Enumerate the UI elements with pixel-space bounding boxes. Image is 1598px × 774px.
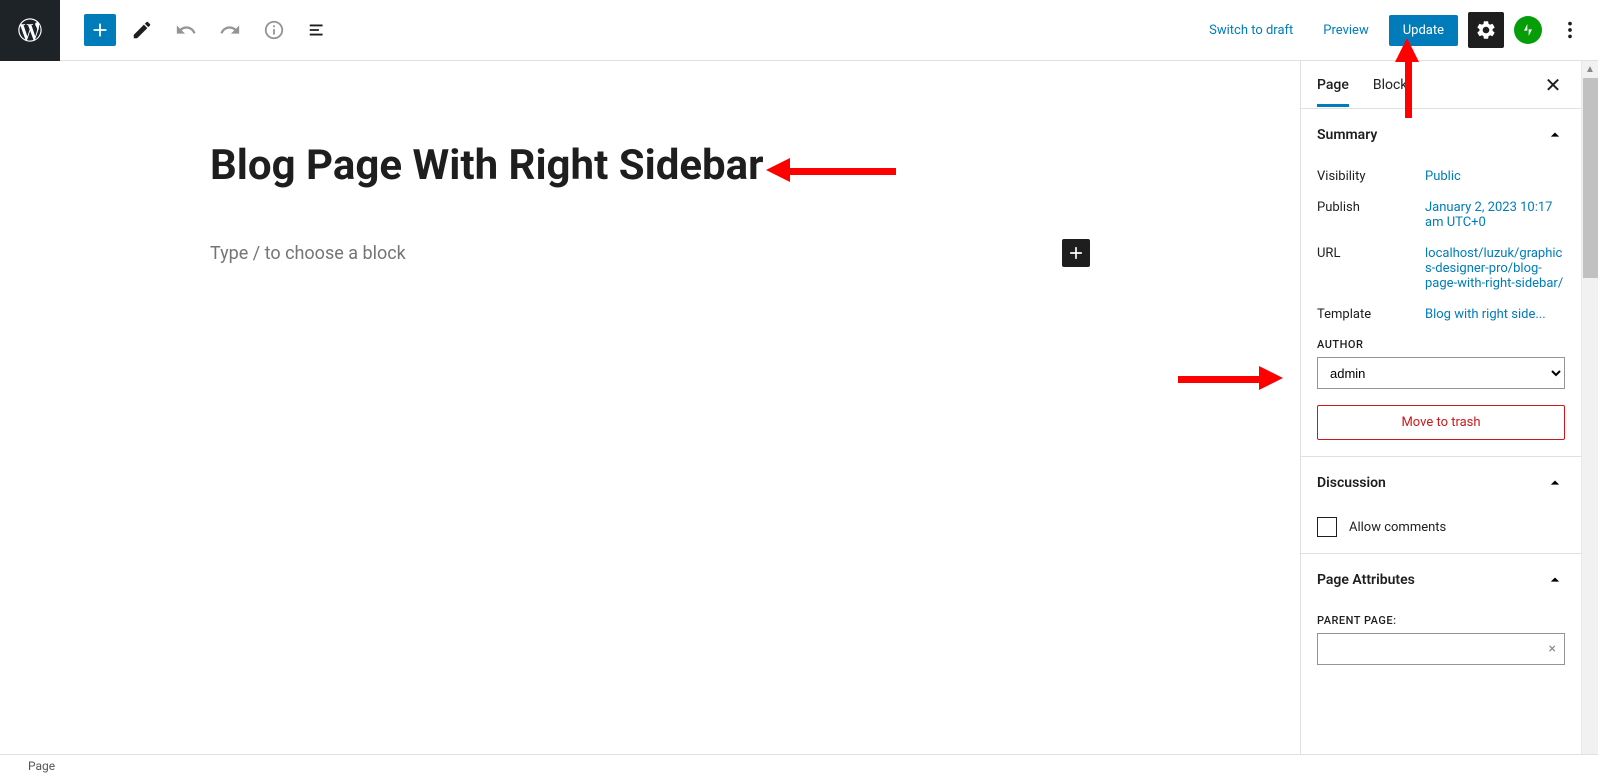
allow-comments-checkbox[interactable] xyxy=(1317,517,1337,537)
scroll-thumb[interactable] xyxy=(1583,78,1598,278)
vertical-scrollbar[interactable]: ▲ xyxy=(1581,61,1598,754)
page-attributes-panel-header[interactable]: Page Attributes xyxy=(1301,554,1581,606)
publish-label: Publish xyxy=(1317,200,1417,215)
chevron-up-icon xyxy=(1545,570,1565,590)
parent-page-label: PARENT PAGE: xyxy=(1317,614,1565,627)
page-title[interactable]: Blog Page With Right Sidebar xyxy=(210,141,1090,191)
add-block-inline-button[interactable] xyxy=(1062,239,1090,267)
close-sidebar-icon[interactable]: ✕ xyxy=(1541,73,1565,97)
url-value[interactable]: localhost/luzuk/graphics-designer-pro/bl… xyxy=(1425,246,1565,291)
scroll-up-arrow[interactable]: ▲ xyxy=(1582,61,1598,78)
chevron-up-icon xyxy=(1545,473,1565,493)
chevron-up-icon xyxy=(1545,125,1565,145)
more-menu-icon[interactable] xyxy=(1552,12,1588,48)
visibility-label: Visibility xyxy=(1317,169,1417,184)
publish-value[interactable]: January 2, 2023 10:17 am UTC+0 xyxy=(1425,200,1565,230)
tools-icon[interactable] xyxy=(124,12,160,48)
tab-block[interactable]: Block xyxy=(1373,63,1408,107)
discussion-title: Discussion xyxy=(1317,475,1386,491)
move-to-trash-button[interactable]: Move to trash xyxy=(1317,405,1565,440)
list-view-icon[interactable] xyxy=(300,12,336,48)
update-button[interactable]: Update xyxy=(1389,15,1458,46)
author-label: AUTHOR xyxy=(1317,338,1565,351)
undo-button[interactable] xyxy=(168,12,204,48)
author-select[interactable]: admin xyxy=(1317,357,1565,389)
tab-page[interactable]: Page xyxy=(1317,63,1349,107)
settings-button[interactable] xyxy=(1468,12,1504,48)
visibility-value[interactable]: Public xyxy=(1425,169,1565,184)
block-prompt-text[interactable]: Type / to choose a block xyxy=(210,243,406,264)
summary-title: Summary xyxy=(1317,127,1377,143)
parent-page-select[interactable]: × xyxy=(1317,633,1565,665)
template-label: Template xyxy=(1317,307,1417,322)
preview-link[interactable]: Preview xyxy=(1313,17,1378,44)
breadcrumb[interactable]: Page xyxy=(28,759,55,773)
redo-button[interactable] xyxy=(212,12,248,48)
allow-comments-label: Allow comments xyxy=(1349,520,1446,535)
wordpress-logo[interactable] xyxy=(0,0,60,61)
template-value[interactable]: Blog with right side... xyxy=(1425,307,1565,322)
discussion-panel-header[interactable]: Discussion xyxy=(1301,457,1581,509)
page-attributes-title: Page Attributes xyxy=(1317,572,1415,588)
info-icon[interactable] xyxy=(256,12,292,48)
add-block-button[interactable] xyxy=(84,14,116,46)
switch-to-draft-link[interactable]: Switch to draft xyxy=(1199,17,1303,44)
url-label: URL xyxy=(1317,246,1417,261)
summary-panel-header[interactable]: Summary xyxy=(1301,109,1581,161)
jetpack-icon[interactable] xyxy=(1514,16,1542,44)
